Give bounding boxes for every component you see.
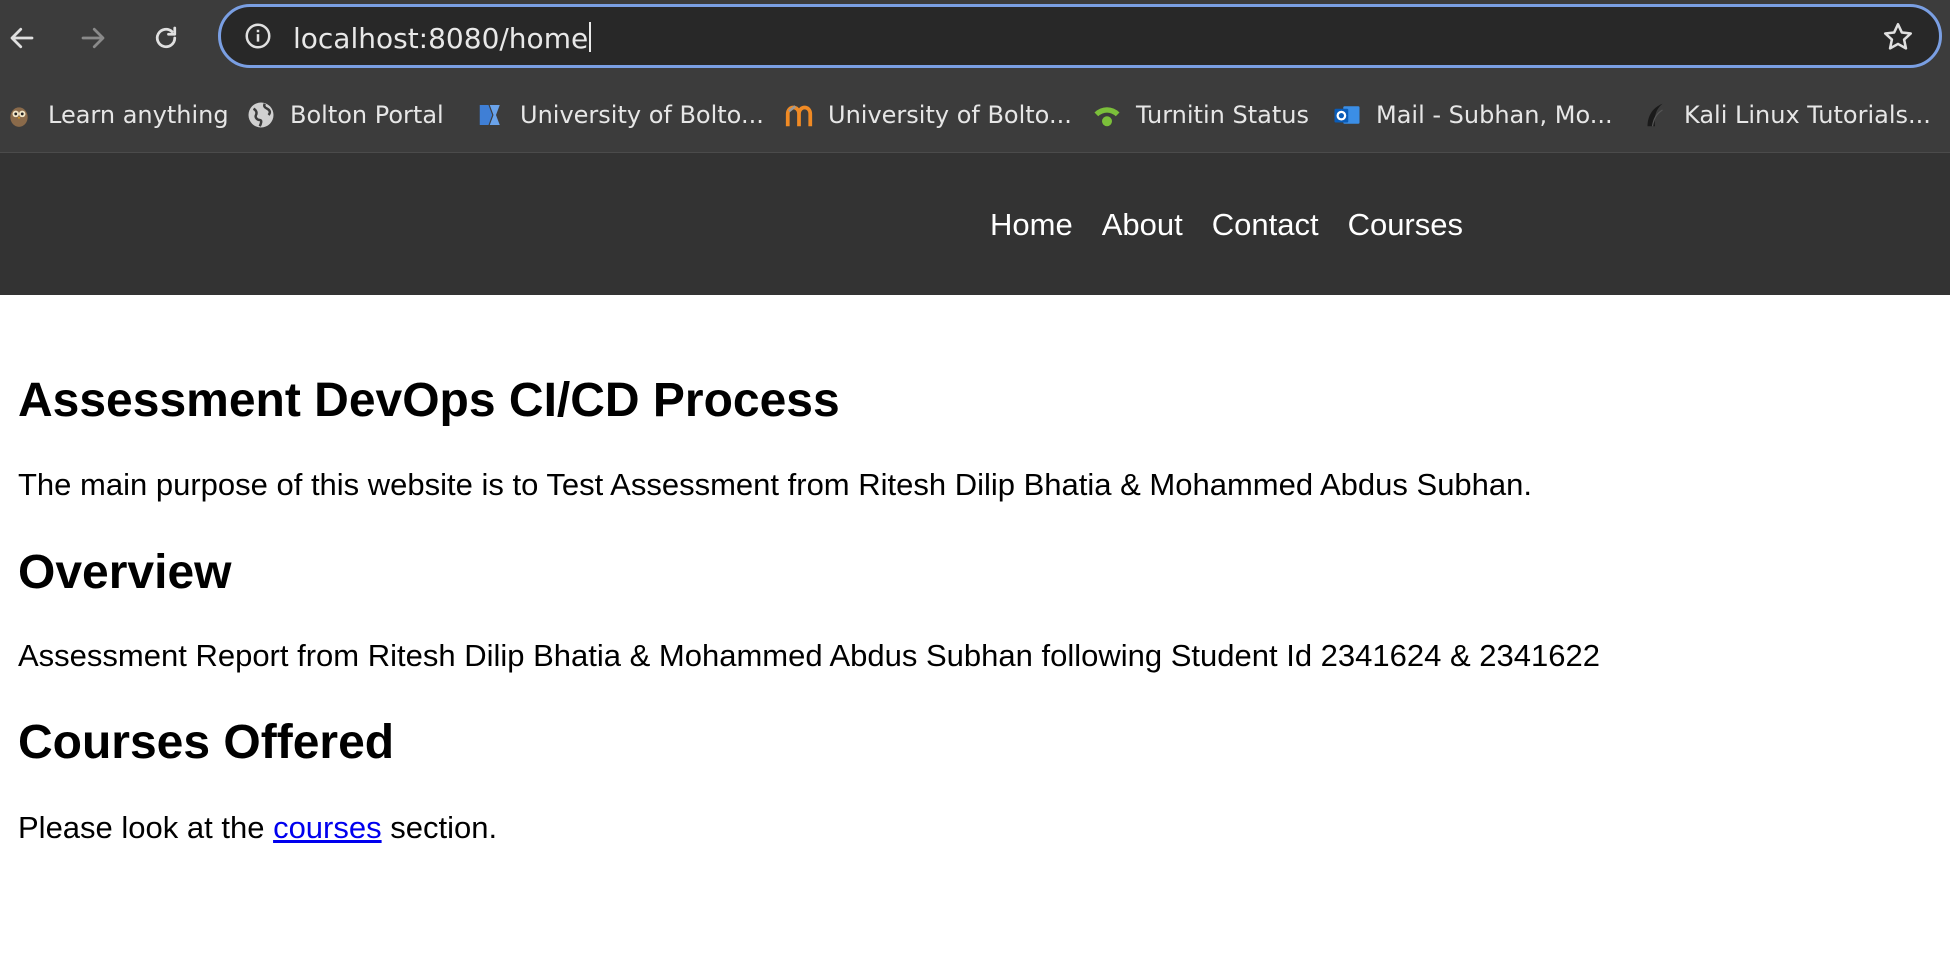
bookmark-item[interactable]: Mail - Subhan, Mo... bbox=[1332, 98, 1613, 132]
back-button[interactable] bbox=[2, 18, 42, 58]
forward-button[interactable] bbox=[73, 18, 113, 58]
bookmark-item[interactable]: Bolton Portal bbox=[246, 98, 444, 132]
site-header: Home About Contact Courses bbox=[0, 153, 1950, 295]
bookmark-label: Turnitin Status bbox=[1136, 101, 1309, 129]
signal-icon bbox=[1092, 100, 1122, 130]
bookmark-label: Learn anything bbox=[48, 101, 229, 129]
back-arrow-icon bbox=[10, 27, 34, 49]
overview-paragraph: Assessment Report from Ritesh Dilip Bhat… bbox=[18, 638, 1600, 673]
globe-icon bbox=[246, 100, 276, 130]
nav-link-courses[interactable]: Courses bbox=[1348, 205, 1463, 245]
nav-link-about[interactable]: About bbox=[1102, 205, 1183, 245]
kali-icon bbox=[1640, 100, 1670, 130]
reload-button[interactable] bbox=[146, 18, 186, 58]
bookmark-item[interactable]: University of Bolto... bbox=[784, 98, 1072, 132]
bookmark-label: University of Bolto... bbox=[520, 101, 764, 129]
site-info-icon[interactable] bbox=[243, 21, 273, 51]
moodle-icon bbox=[784, 100, 814, 130]
university-logo-icon bbox=[476, 100, 506, 130]
nav-link-contact[interactable]: Contact bbox=[1212, 205, 1319, 245]
owl-icon bbox=[4, 100, 34, 130]
bookmark-star-icon[interactable] bbox=[1881, 20, 1915, 54]
bookmark-label: Kali Linux Tutorials... bbox=[1684, 101, 1931, 129]
bookmark-label: Bolton Portal bbox=[290, 101, 444, 129]
bookmarks-bar: Learn anything Bolton Portal University … bbox=[0, 78, 1950, 153]
courses-text-after: section. bbox=[381, 810, 498, 845]
overview-heading: Overview bbox=[18, 546, 232, 599]
bookmark-label: Mail - Subhan, Mo... bbox=[1376, 101, 1613, 129]
intro-paragraph: The main purpose of this website is to T… bbox=[18, 467, 1533, 502]
courses-paragraph: Please look at the courses section. bbox=[18, 810, 497, 846]
browser-toolbar: localhost:8080/home bbox=[0, 0, 1950, 78]
address-bar[interactable]: localhost:8080/home bbox=[218, 4, 1942, 68]
bookmark-item[interactable]: Learn anything bbox=[4, 98, 229, 132]
nav-link-home[interactable]: Home bbox=[990, 205, 1073, 245]
reload-icon bbox=[155, 26, 177, 49]
bookmark-label: University of Bolto... bbox=[828, 101, 1072, 129]
text-cursor bbox=[589, 22, 592, 52]
site-nav: Home About Contact Courses bbox=[990, 205, 1463, 245]
bookmark-item[interactable]: University of Bolto... bbox=[476, 98, 764, 132]
forward-arrow-icon bbox=[81, 27, 105, 49]
outlook-icon bbox=[1332, 100, 1362, 130]
page-title: Assessment DevOps CI/CD Process bbox=[18, 374, 840, 427]
bookmark-item[interactable]: Turnitin Status bbox=[1092, 98, 1309, 132]
bookmark-item[interactable]: Kali Linux Tutorials... bbox=[1640, 98, 1931, 132]
courses-link[interactable]: courses bbox=[273, 810, 382, 845]
courses-text-before: Please look at the bbox=[18, 810, 274, 845]
address-bar-url[interactable]: localhost:8080/home bbox=[293, 22, 592, 54]
courses-heading: Courses Offered bbox=[18, 716, 395, 769]
